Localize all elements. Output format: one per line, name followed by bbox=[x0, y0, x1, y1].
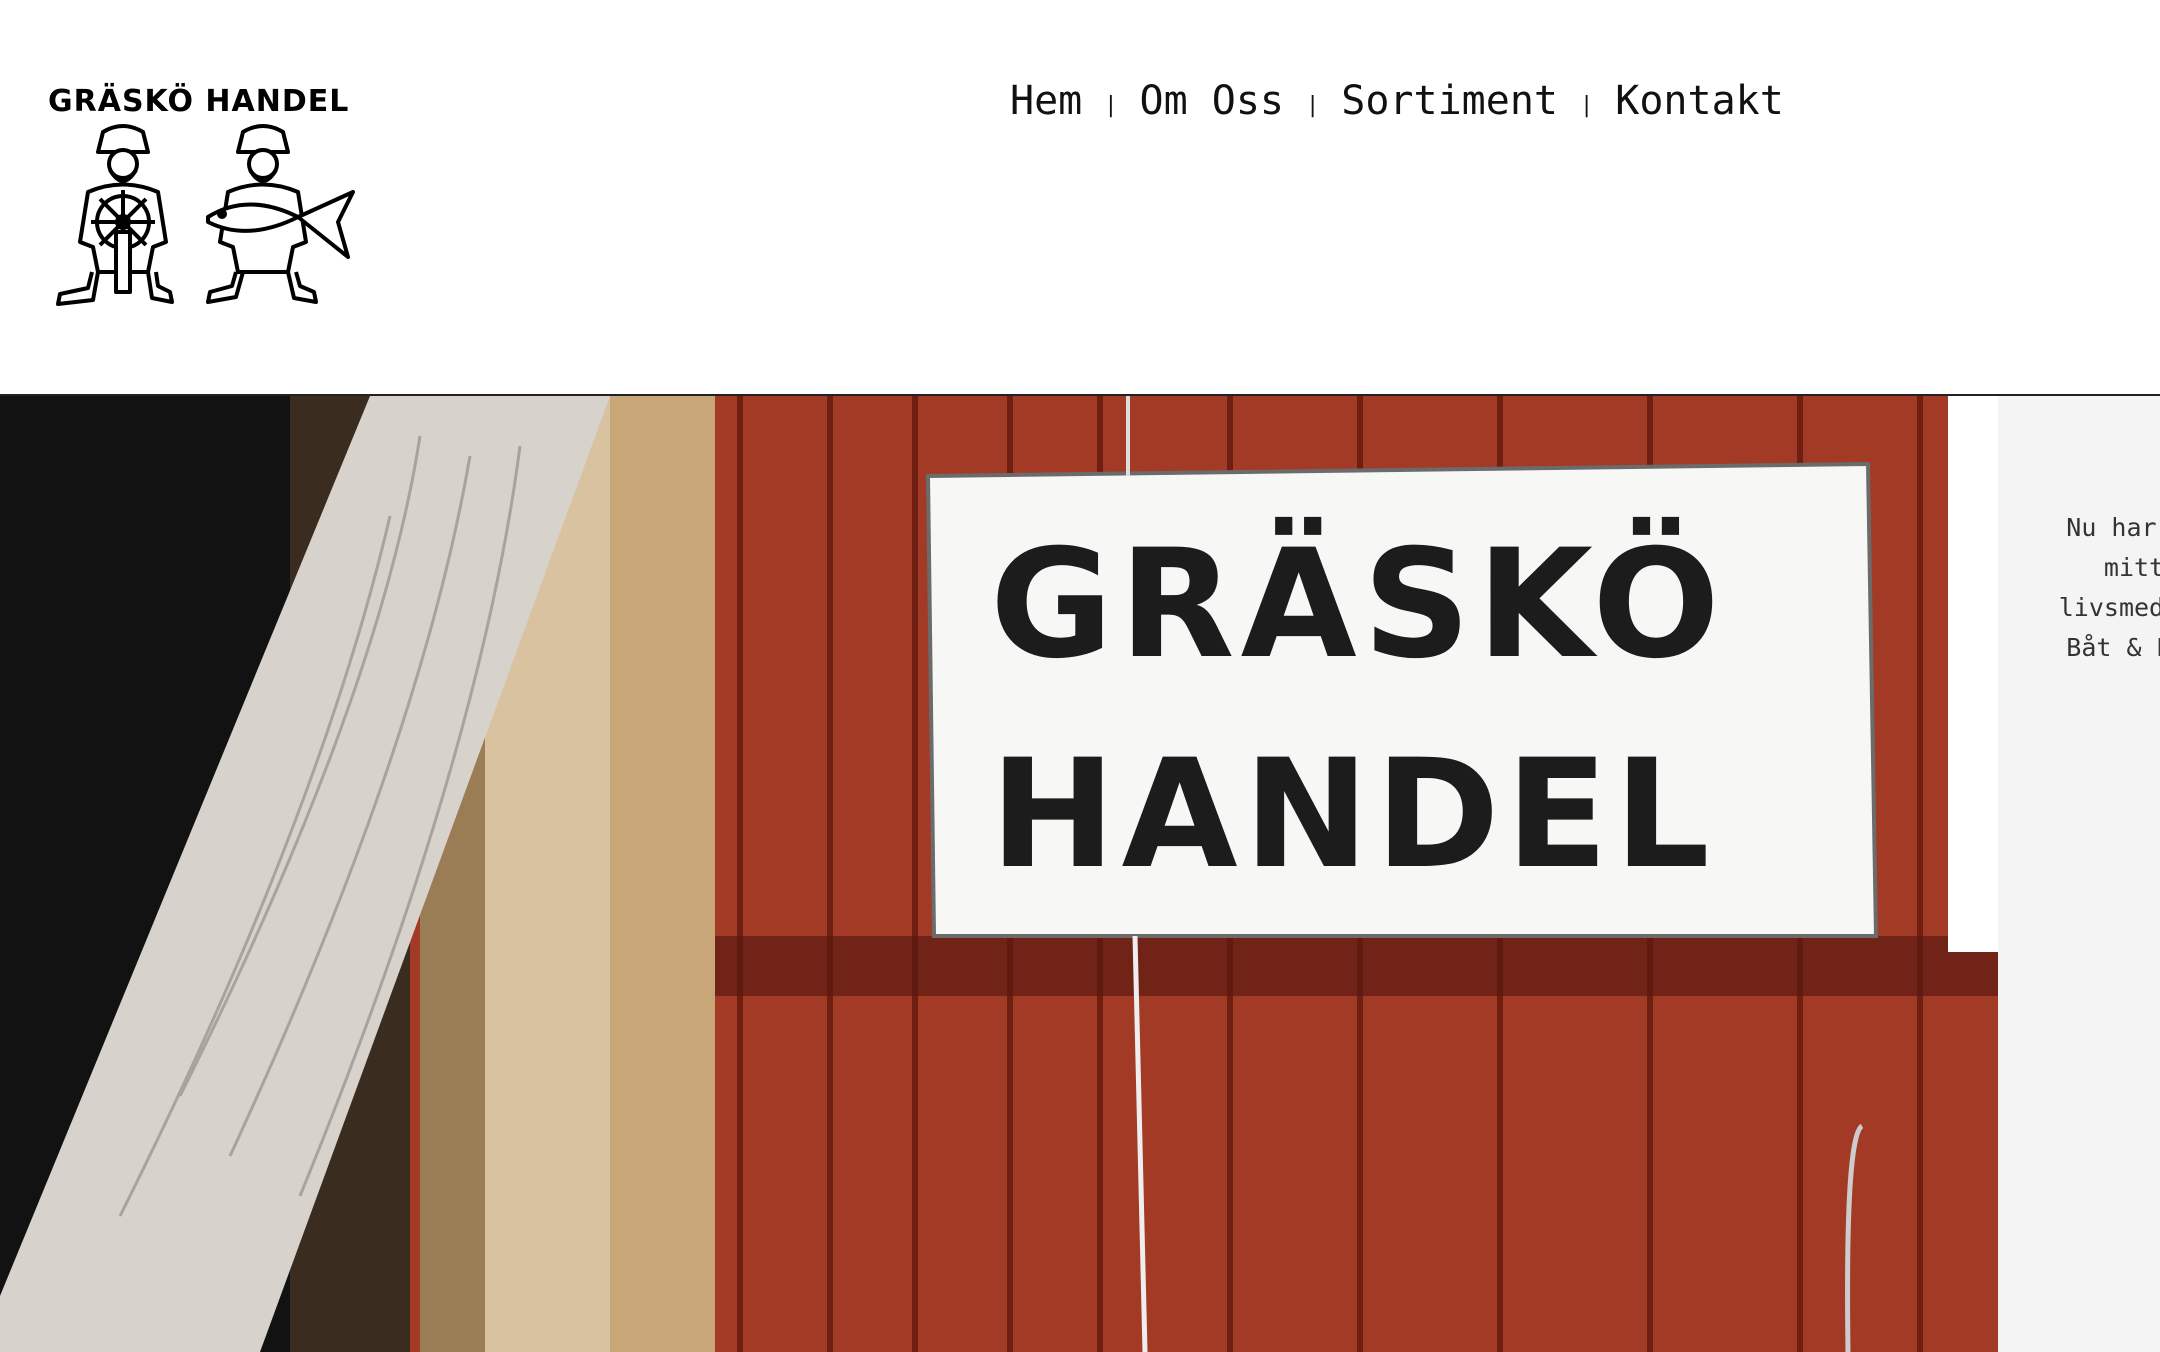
nav-separator: | bbox=[1306, 92, 1320, 118]
storefront-sign-photo: GRÄSKÖ HANDEL bbox=[0, 396, 1998, 1352]
intro-line: Nu har vi bbox=[2066, 513, 2160, 542]
logo-text: GRÄSKÖ HANDEL bbox=[48, 84, 350, 119]
intro-text: Nu har vi mitt livsmedel, Båt & Byg bbox=[2004, 508, 2160, 668]
nav-link-om-oss[interactable]: Om Oss bbox=[1140, 78, 1285, 124]
site-header: GRÄSKÖ HANDEL Hem | Om Oss | Sortiment |… bbox=[0, 0, 2160, 394]
hero-image: GRÄSKÖ HANDEL bbox=[0, 396, 1998, 1352]
nav-separator: | bbox=[1580, 92, 1594, 118]
nav-link-hem[interactable]: Hem bbox=[1010, 78, 1082, 124]
fishermen-logo-icon bbox=[56, 124, 355, 306]
intro-line: livsmedel, bbox=[2058, 593, 2160, 622]
sign-line-2: HANDEL bbox=[990, 728, 1716, 902]
intro-line: mitt bbox=[2103, 553, 2160, 582]
main-nav: Hem | Om Oss | Sortiment | Kontakt bbox=[1010, 78, 1784, 124]
nav-link-sortiment[interactable]: Sortiment bbox=[1341, 78, 1558, 124]
nav-separator: | bbox=[1104, 92, 1118, 118]
intro-line: Båt & Byg bbox=[2066, 633, 2160, 662]
intro-sidebar: Nu har vi mitt livsmedel, Båt & Byg bbox=[1998, 396, 2160, 1352]
sign-line-1: GRÄSKÖ bbox=[990, 516, 1726, 692]
nav-link-kontakt[interactable]: Kontakt bbox=[1615, 78, 1784, 124]
site-logo[interactable]: GRÄSKÖ HANDEL bbox=[48, 84, 378, 314]
